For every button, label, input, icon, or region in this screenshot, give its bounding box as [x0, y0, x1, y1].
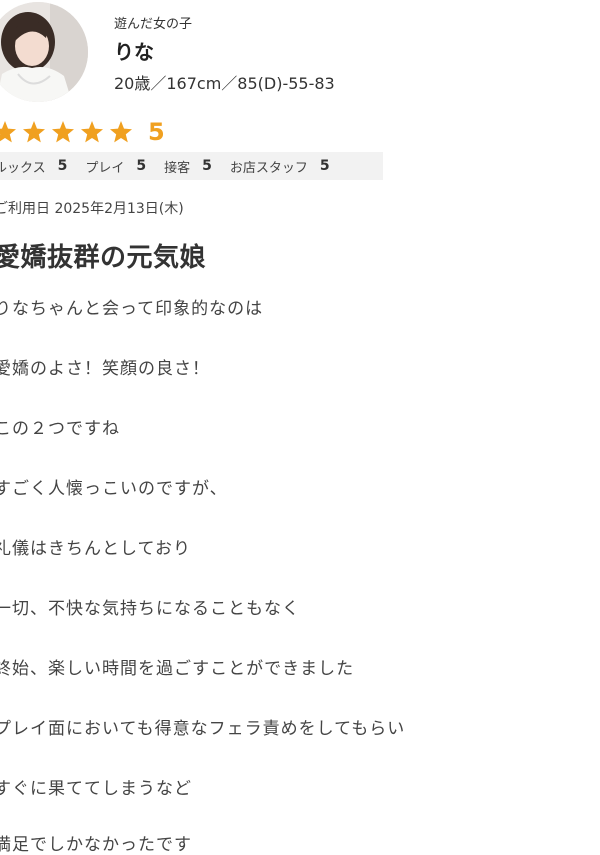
sub-rating-label: 接客	[164, 160, 191, 176]
review-line: 満足でしかなかったです	[0, 835, 192, 855]
review-line: 一切、不快な気持ちになることもなく	[0, 599, 300, 619]
played-girl-label: 遊んだ女の子	[114, 17, 193, 32]
star-icon	[80, 120, 104, 144]
star-icon	[51, 120, 75, 144]
sub-rating-staff: お店スタッフ 5	[230, 157, 330, 176]
sub-rating-value: 5	[202, 158, 212, 174]
review-line: プレイ面においても得意なフェラ責めをしてもらい	[0, 719, 406, 739]
sub-rating-value: 5	[319, 158, 330, 174]
star-icon	[109, 120, 133, 144]
sub-rating-looks: ルックス 5	[0, 157, 67, 176]
girl-stats: 20歳／167cm／85(D)-55-83	[114, 74, 335, 93]
review-line: りなちゃんと会って印象的なのは	[0, 299, 264, 319]
sub-rating-value: 5	[57, 158, 68, 174]
review-line: 礼儀はきちんとしており	[0, 539, 191, 559]
review-line: この２つですね	[0, 419, 120, 439]
sub-rating-value: 5	[136, 158, 147, 174]
sub-rating-play: プレイ 5	[85, 157, 146, 176]
rating-score: 5	[148, 118, 165, 146]
rating-row: 5	[0, 117, 165, 147]
sub-rating-label: プレイ	[85, 160, 125, 176]
review-line: 終始、楽しい時間を過ごすことができました	[0, 659, 355, 679]
review-line: すごく人懐っこいのですが、	[0, 479, 228, 499]
visit-date: ご利用日 2025年2月13日(木)	[0, 201, 184, 217]
review-title: 愛嬌抜群の元気娘	[0, 243, 207, 273]
girl-name[interactable]: りな	[114, 36, 154, 65]
review-line: すぐに果ててしまうなど	[0, 779, 192, 799]
sub-ratings-bar: ルックス 5 プレイ 5 接客 5 お店スタッフ 5	[0, 152, 383, 180]
sub-rating-label: お店スタッフ	[229, 160, 308, 176]
sub-rating-label: ルックス	[0, 160, 46, 176]
review-line: 愛嬌のよさ！笑顔の良さ！	[0, 359, 210, 379]
avatar	[0, 2, 88, 102]
sub-rating-service: 接客 5	[164, 157, 212, 176]
star-icon	[22, 120, 46, 144]
star-icon	[0, 120, 17, 144]
